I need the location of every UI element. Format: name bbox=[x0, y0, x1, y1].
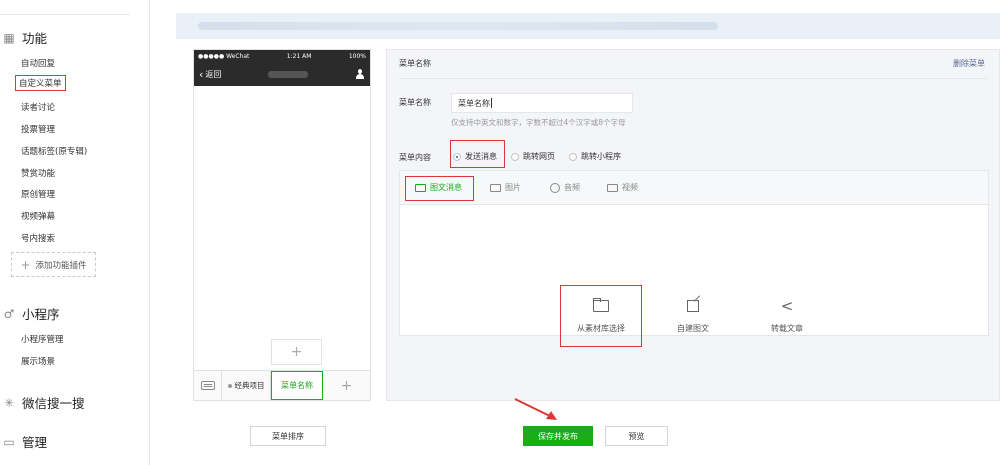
image-icon bbox=[490, 183, 501, 192]
manage-icon: ▭ bbox=[3, 434, 15, 449]
carrier-label: ●●●●● WeChat bbox=[198, 52, 250, 60]
tab-label: 音频 bbox=[564, 183, 580, 192]
tab-video[interactable]: 视频 bbox=[607, 182, 638, 193]
sidebar-item-topic-tags[interactable]: 话题标签(原专辑) bbox=[21, 145, 87, 157]
radio-label: 跳转小程序 bbox=[581, 152, 621, 161]
sidebar-section-label: 微信搜一搜 bbox=[22, 396, 85, 411]
sidebar-item-search[interactable]: 号内搜索 bbox=[21, 232, 55, 244]
tab-image[interactable]: 图片 bbox=[490, 182, 521, 193]
choice-label: 从素材库选择 bbox=[577, 324, 625, 333]
create-news-button[interactable]: 自建图文 bbox=[652, 285, 734, 347]
menu-item-label: 经典项目 bbox=[234, 381, 265, 390]
user-icon bbox=[355, 69, 365, 79]
message-content-box: 图文消息 图片 音频 视频 从素材库选择 自建图文 < 转载文章 bbox=[399, 170, 989, 347]
radio-checked-icon bbox=[453, 152, 461, 161]
keyboard-icon bbox=[200, 381, 215, 390]
grid-icon: ▦ bbox=[3, 30, 15, 45]
mini-program-icon: ♂ bbox=[3, 306, 15, 321]
sidebar-section-label: 功能 bbox=[22, 31, 48, 46]
menu-editor: 菜单名称 删除菜单 菜单名称 菜单名称 仅支持中英文和数字，字数不超过4个汉字或… bbox=[386, 49, 1000, 401]
sidebar-item-custom-menu[interactable]: 自定义菜单 bbox=[15, 75, 66, 91]
editor-divider bbox=[399, 78, 987, 79]
video-icon bbox=[607, 183, 618, 192]
keyboard-toggle[interactable] bbox=[194, 371, 222, 400]
sidebar-section-label: 小程序 bbox=[22, 307, 60, 322]
dot-icon bbox=[227, 383, 232, 388]
radio-send-message[interactable]: 发送消息 bbox=[453, 151, 497, 162]
sidebar-item-display-scene[interactable]: 展示场景 bbox=[21, 355, 55, 367]
message-type-tabs: 图文消息 图片 音频 视频 bbox=[400, 171, 988, 205]
sidebar-section-manage[interactable]: ▭ 管理 bbox=[0, 432, 47, 451]
add-plugin-label: 添加功能插件 bbox=[35, 260, 87, 271]
radio-label: 跳转网页 bbox=[523, 152, 555, 161]
tab-audio[interactable]: 音频 bbox=[550, 182, 580, 193]
add-menu-button[interactable]: + bbox=[323, 371, 370, 400]
edit-icon bbox=[687, 298, 699, 314]
blurred-account-name bbox=[268, 70, 309, 78]
chevron-left-icon: ‹ bbox=[199, 67, 204, 81]
choose-from-library-button[interactable]: 从素材库选择 bbox=[560, 285, 642, 347]
menu-name-input[interactable]: 菜单名称 bbox=[451, 93, 633, 113]
tab-label: 视频 bbox=[622, 183, 638, 192]
add-plugin-button[interactable]: + 添加功能插件 bbox=[11, 252, 96, 277]
choice-label: 转载文章 bbox=[771, 324, 803, 333]
save-publish-button[interactable]: 保存并发布 bbox=[523, 426, 593, 446]
menu-item-classic[interactable]: 经典项目 bbox=[222, 371, 271, 400]
tab-label: 图片 bbox=[505, 183, 521, 192]
battery-label: 100% bbox=[348, 52, 366, 60]
plus-icon: + bbox=[20, 257, 31, 272]
back-label: 返回 bbox=[205, 69, 222, 79]
text-caret bbox=[491, 98, 492, 108]
sidebar-section-mini-program[interactable]: ♂ 小程序 bbox=[0, 304, 60, 323]
radio-jump-webpage[interactable]: 跳转网页 bbox=[511, 151, 555, 162]
sidebar-section-features[interactable]: ▦ 功能 bbox=[0, 28, 47, 47]
name-label: 菜单名称 bbox=[399, 98, 431, 107]
phone-preview: ●●●●● WeChat 1:21 AM 100% ‹ 返回 + 经典项目 菜单… bbox=[193, 49, 371, 401]
audio-icon bbox=[550, 182, 560, 193]
sidebar-item-original[interactable]: 原创管理 bbox=[21, 188, 55, 200]
sidebar-item-mini-manage[interactable]: 小程序管理 bbox=[21, 333, 64, 345]
sidebar-item-video-danmaku[interactable]: 视频弹幕 bbox=[21, 210, 55, 222]
folder-icon bbox=[593, 298, 609, 314]
repost-article-button[interactable]: < 转载文章 bbox=[746, 285, 828, 347]
name-hint: 仅支持中英文和数字，字数不超过4个汉字或8个字母 bbox=[451, 118, 626, 127]
sidebar-item-vote[interactable]: 投票管理 bbox=[21, 123, 55, 135]
editor-title: 菜单名称 bbox=[399, 59, 431, 68]
menu-item-selected[interactable]: 菜单名称 bbox=[271, 371, 323, 400]
delete-menu-link[interactable]: 删除菜单 bbox=[953, 58, 985, 69]
phone-menu-bar: 经典项目 菜单名称 + bbox=[194, 370, 370, 400]
choice-label: 自建图文 bbox=[677, 324, 709, 333]
radio-unchecked-icon bbox=[511, 152, 519, 161]
sidebar-item-appreciation[interactable]: 赞赏功能 bbox=[21, 167, 55, 179]
preview-button[interactable]: 预览 bbox=[605, 426, 668, 446]
sidebar-section-wechat-search[interactable]: ✳ 微信搜一搜 bbox=[0, 393, 85, 412]
blurred-notice bbox=[198, 22, 718, 30]
menu-name-value: 菜单名称 bbox=[458, 98, 490, 108]
tab-news[interactable]: 图文消息 bbox=[415, 182, 462, 193]
time-label: 1:21 AM bbox=[286, 52, 312, 60]
tab-label: 图文消息 bbox=[430, 183, 462, 192]
back-button: ‹ 返回 bbox=[199, 68, 221, 81]
news-icon bbox=[415, 183, 426, 192]
sidebar-item-reader-discussion[interactable]: 读者讨论 bbox=[21, 101, 55, 113]
phone-nav-bar: ‹ 返回 bbox=[194, 62, 370, 86]
radio-jump-mini-program[interactable]: 跳转小程序 bbox=[569, 151, 621, 162]
content-label: 菜单内容 bbox=[399, 153, 431, 162]
sidebar-item-auto-reply[interactable]: 自动回复 bbox=[21, 57, 55, 69]
notice-bar bbox=[176, 13, 1000, 39]
search-spark-icon: ✳ bbox=[3, 395, 15, 410]
sidebar-section-label: 管理 bbox=[22, 435, 48, 450]
radio-label: 发送消息 bbox=[465, 152, 497, 161]
radio-unchecked-icon bbox=[569, 152, 577, 161]
sidebar: ▦ 功能 自动回复 自定义菜单 读者讨论 投票管理 话题标签(原专辑) 赞赏功能… bbox=[0, 0, 150, 465]
phone-status-bar: ●●●●● WeChat 1:21 AM 100% bbox=[194, 50, 370, 62]
annotation-arrow-icon bbox=[514, 398, 557, 420]
sidebar-divider bbox=[0, 14, 130, 15]
share-icon: < bbox=[780, 297, 794, 315]
menu-sort-button[interactable]: 菜单排序 bbox=[250, 426, 326, 446]
add-submenu-button[interactable]: + bbox=[271, 339, 322, 365]
